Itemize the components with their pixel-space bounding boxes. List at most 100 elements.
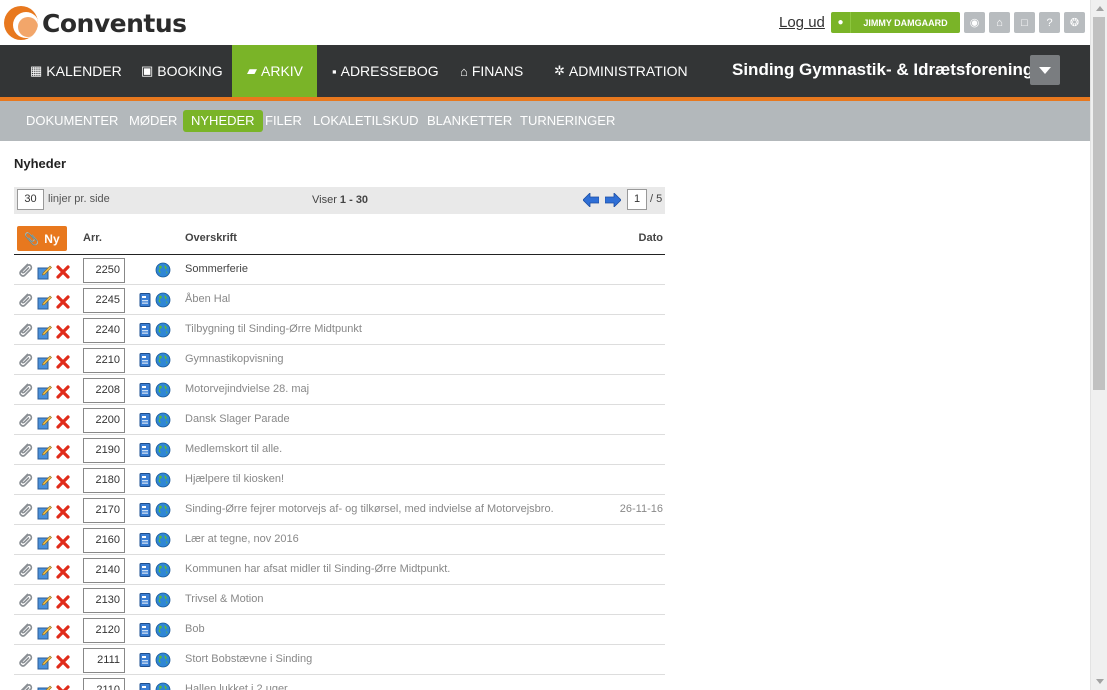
table-row[interactable]: 2250 Sommerferie: [14, 255, 665, 285]
table-row[interactable]: 2111 Stort Bobstævne i Sinding: [14, 645, 665, 675]
news-headline-link[interactable]: Stort Bobstævne i Sinding: [185, 653, 312, 665]
delete-icon[interactable]: [55, 384, 71, 400]
edit-icon[interactable]: [36, 294, 52, 310]
document-icon[interactable]: [137, 472, 153, 488]
table-row[interactable]: 2120 Bob: [14, 615, 665, 645]
news-headline-link[interactable]: Sommerferie: [185, 263, 248, 275]
news-headline-link[interactable]: Gymnastikopvisning: [185, 353, 283, 365]
delete-icon[interactable]: [55, 654, 71, 670]
table-row[interactable]: 2160 Lær at tegne, nov 2016: [14, 525, 665, 555]
edit-icon[interactable]: [36, 564, 52, 580]
news-headline-link[interactable]: Motorvejindvielse 28. maj: [185, 383, 309, 395]
document-icon[interactable]: [137, 682, 153, 690]
delete-icon[interactable]: [55, 324, 71, 340]
paperclip-icon[interactable]: [17, 592, 33, 608]
nav-item-finans[interactable]: ⌂ FINANS: [460, 45, 523, 97]
paperclip-icon[interactable]: [17, 352, 33, 368]
document-icon[interactable]: [137, 562, 153, 578]
globe-icon[interactable]: [155, 532, 171, 548]
next-page-arrow-icon[interactable]: [604, 192, 622, 208]
table-row[interactable]: 2200 Dansk Slager Parade: [14, 405, 665, 435]
news-headline-link[interactable]: Kommunen har afsat midler til Sinding-Ør…: [185, 563, 450, 575]
news-headline-link[interactable]: Åben Hal: [185, 293, 230, 305]
globe-icon[interactable]: [155, 682, 171, 690]
arrangement-input[interactable]: 2160: [83, 528, 125, 553]
subnav-lokaletilskud[interactable]: LOKALETILSKUD: [305, 110, 427, 132]
delete-icon[interactable]: [55, 504, 71, 520]
document-icon[interactable]: [137, 592, 153, 608]
nav-item-kalender[interactable]: ▦ KALENDER: [30, 45, 122, 97]
globe-icon[interactable]: [155, 442, 171, 458]
table-row[interactable]: 2110 Hallen lukket i 2 uger: [14, 675, 665, 690]
nav-item-administration[interactable]: ✲ ADMINISTRATION: [554, 45, 688, 97]
delete-icon[interactable]: [55, 684, 71, 690]
document-icon[interactable]: [137, 442, 153, 458]
page-scrollbar[interactable]: [1090, 0, 1107, 690]
delete-icon[interactable]: [55, 294, 71, 310]
subnav-moder[interactable]: MØDER: [121, 110, 185, 132]
document-icon[interactable]: [137, 622, 153, 638]
document-icon[interactable]: [137, 382, 153, 398]
delete-icon[interactable]: [55, 474, 71, 490]
org-dropdown-button[interactable]: [1030, 55, 1060, 85]
delete-icon[interactable]: [55, 264, 71, 280]
delete-icon[interactable]: [55, 594, 71, 610]
news-headline-link[interactable]: Medlemskort til alle.: [185, 443, 282, 455]
arrangement-input[interactable]: 2170: [83, 498, 125, 523]
edit-icon[interactable]: [36, 444, 52, 460]
subnav-blanketter[interactable]: BLANKETTER: [419, 110, 520, 132]
globe-icon[interactable]: [155, 352, 171, 368]
arrangement-input[interactable]: 2200: [83, 408, 125, 433]
paperclip-icon[interactable]: [17, 442, 33, 458]
delete-icon[interactable]: [55, 414, 71, 430]
paperclip-icon[interactable]: [17, 412, 33, 428]
paperclip-icon[interactable]: [17, 292, 33, 308]
delete-icon[interactable]: [55, 564, 71, 580]
arrangement-input[interactable]: 2111: [83, 648, 125, 673]
subnav-dokumenter[interactable]: DOKUMENTER: [18, 110, 126, 132]
document-icon[interactable]: [137, 502, 153, 518]
table-row[interactable]: 2210 Gymnastikopvisning: [14, 345, 665, 375]
paperclip-icon[interactable]: [17, 652, 33, 668]
edit-icon[interactable]: [36, 474, 52, 490]
paperclip-icon[interactable]: [17, 472, 33, 488]
edit-icon[interactable]: [36, 324, 52, 340]
news-headline-link[interactable]: Hallen lukket i 2 uger: [185, 683, 288, 690]
chat-icon[interactable]: ◉: [964, 12, 985, 33]
delete-icon[interactable]: [55, 354, 71, 370]
arrangement-input[interactable]: 2130: [83, 588, 125, 613]
help-icon[interactable]: ?: [1039, 12, 1060, 33]
paperclip-icon[interactable]: [17, 622, 33, 638]
delete-icon[interactable]: [55, 534, 71, 550]
subnav-turneringer[interactable]: TURNERINGER: [512, 110, 623, 132]
page-number-input[interactable]: 1: [627, 189, 647, 210]
edit-icon[interactable]: [36, 504, 52, 520]
bank-icon[interactable]: ⌂: [989, 12, 1010, 33]
paperclip-icon[interactable]: [17, 262, 33, 278]
edit-icon[interactable]: [36, 354, 52, 370]
document-icon[interactable]: [137, 292, 153, 308]
news-headline-link[interactable]: Bob: [185, 623, 205, 635]
arrangement-input[interactable]: 2245: [83, 288, 125, 313]
scrollbar-thumb[interactable]: [1093, 17, 1105, 390]
gear-icon[interactable]: ❂: [1064, 12, 1085, 33]
arrangement-input[interactable]: 2110: [83, 678, 125, 690]
table-row[interactable]: 2130 Trivsel & Motion: [14, 585, 665, 615]
arrangement-input[interactable]: 2210: [83, 348, 125, 373]
nav-item-adressebog[interactable]: ▪ ADRESSEBOG: [332, 45, 439, 97]
news-headline-link[interactable]: Hjælpere til kiosken!: [185, 473, 284, 485]
lines-per-page-input[interactable]: 30: [17, 189, 44, 210]
arrangement-input[interactable]: 2208: [83, 378, 125, 403]
conventus-logo[interactable]: Conventus: [4, 5, 187, 41]
monitor-icon[interactable]: □: [1014, 12, 1035, 33]
scroll-up-arrow-icon[interactable]: [1091, 0, 1107, 17]
new-news-button[interactable]: 📎 Ny: [17, 226, 67, 251]
table-row[interactable]: 2180 Hjælpere til kiosken!: [14, 465, 665, 495]
globe-icon[interactable]: [155, 292, 171, 308]
edit-icon[interactable]: [36, 654, 52, 670]
news-headline-link[interactable]: Lær at tegne, nov 2016: [185, 533, 299, 545]
nav-item-arkiv[interactable]: ▰ ARKIV: [232, 45, 317, 97]
globe-icon[interactable]: [155, 382, 171, 398]
document-icon[interactable]: [137, 322, 153, 338]
arrangement-input[interactable]: 2240: [83, 318, 125, 343]
